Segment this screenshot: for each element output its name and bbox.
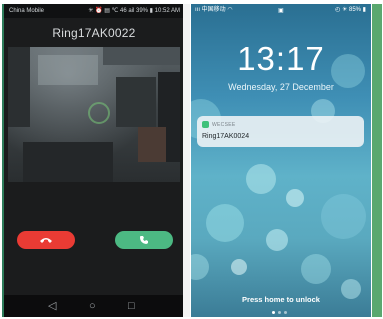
status-icons: ✳ ⏰ ▤ ℃ 46 ail 39% ▮ bbox=[88, 8, 153, 14]
lock-screen-time: 13:17 bbox=[237, 40, 325, 77]
edge-strip bbox=[372, 4, 382, 317]
status-time: 10:52 AM bbox=[154, 8, 180, 14]
lock-icon: ▣ bbox=[278, 8, 284, 14]
page-dot bbox=[272, 311, 275, 314]
ios-status-bar: ııı 中国移动 ◠ ▣ ◴ ☀ 85% ▮ bbox=[191, 4, 371, 18]
app-icon bbox=[202, 121, 209, 128]
page-dot bbox=[278, 311, 281, 314]
android-navigation-bar: ◁ ○ □ bbox=[4, 295, 184, 317]
notification-app-name: WECSEE bbox=[212, 121, 236, 128]
status-indicators: ✳ ⏰ ▤ ℃ 46 ail 39% ▮ 10:52 AM bbox=[88, 4, 180, 18]
back-button[interactable]: ◁ bbox=[48, 299, 56, 313]
accept-call-button[interactable] bbox=[115, 231, 173, 249]
iphone-lock-screen: ııı 中国移动 ◠ ▣ ◴ ☀ 85% ▮ 13:17 Wednesday, … bbox=[191, 4, 371, 317]
doorbell-video-feed bbox=[8, 47, 180, 182]
page-dot bbox=[284, 311, 287, 314]
phone-hangup-icon bbox=[40, 238, 52, 243]
caller-name: Ring17AK0022 bbox=[52, 26, 136, 40]
divider bbox=[183, 4, 190, 317]
android-incoming-call-screen: China Mobile ✳ ⏰ ▤ ℃ 46 ail 39% ▮ 10:52 … bbox=[2, 4, 184, 317]
android-status-bar: China Mobile ✳ ⏰ ▤ ℃ 46 ail 39% ▮ 10:52 … bbox=[4, 4, 184, 18]
page-indicator bbox=[272, 311, 287, 314]
battery-indicator: ◴ ☀ 85% ▮ bbox=[335, 7, 366, 13]
home-button[interactable]: ○ bbox=[89, 299, 96, 313]
unlock-hint: Press home to unlock bbox=[242, 295, 320, 304]
carrier-label: China Mobile bbox=[9, 8, 45, 14]
notification-header: WECSEE bbox=[202, 120, 235, 129]
notification-message: Ring17AK0024 bbox=[202, 133, 250, 140]
lock-screen-date: Wednesday, 27 December bbox=[228, 82, 334, 92]
ios-carrier: ııı 中国移动 ◠ bbox=[195, 7, 233, 13]
phone-icon bbox=[140, 236, 148, 244]
recents-button[interactable]: □ bbox=[128, 299, 135, 313]
decline-call-button[interactable] bbox=[17, 231, 75, 249]
push-notification[interactable]: WECSEE Ring17AK0024 bbox=[197, 116, 364, 147]
